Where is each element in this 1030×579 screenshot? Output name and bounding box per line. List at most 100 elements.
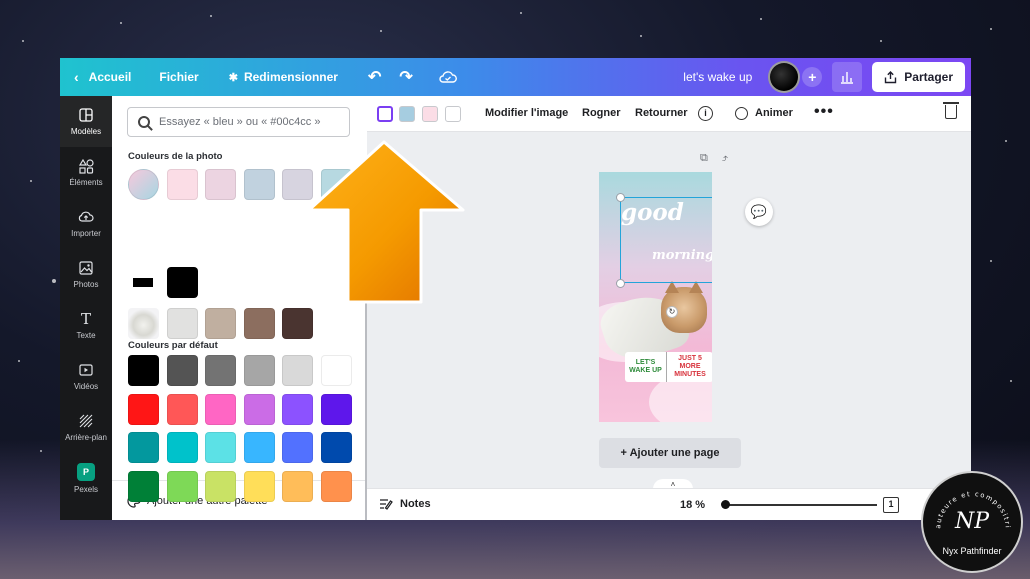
color-swatch[interactable] (244, 355, 275, 386)
rotate-icon[interactable]: ↻ (666, 306, 678, 318)
photo-text-swatch[interactable] (128, 275, 159, 287)
flip-button[interactable]: Retourner (635, 107, 688, 119)
layout-icon (78, 107, 94, 123)
zoom-slider-knob[interactable] (721, 500, 730, 509)
color-swatch[interactable] (167, 169, 198, 200)
toolbar-color-swatch[interactable] (445, 106, 461, 122)
rail-label: Importer (71, 229, 101, 238)
rail-item-pexels[interactable]: P Pexels (60, 453, 112, 504)
rail-item-photos[interactable]: Photos (60, 249, 112, 300)
resize-handle[interactable] (616, 279, 625, 288)
rail-label: Pexels (73, 485, 98, 494)
color-swatch[interactable] (205, 432, 236, 463)
color-swatch[interactable] (244, 471, 275, 502)
toolbar-color-swatch[interactable] (399, 106, 415, 122)
duplicate-page-icon[interactable]: ⧉ (700, 152, 722, 164)
tag-right-text: JUST 5 MORE MINUTES (674, 355, 706, 378)
rail-item-text[interactable]: T Texte (60, 300, 112, 351)
share-button[interactable]: Partager (872, 62, 965, 92)
redo-icon[interactable]: ↷ (399, 58, 412, 96)
color-swatch[interactable] (205, 394, 236, 425)
share-icon (885, 70, 897, 83)
animate-button[interactable]: Animer (755, 107, 793, 119)
default-colors-heading: Couleurs par défaut (128, 340, 218, 351)
search-placeholder: Essayez « bleu » ou « #00c4cc » (159, 116, 321, 128)
notes-label: Notes (400, 498, 431, 510)
project-title[interactable]: let's wake up (683, 58, 752, 96)
notes-button[interactable]: Notes (379, 498, 431, 510)
resize-label: Redimensionner (243, 70, 338, 84)
photo-thumbnail-swatch[interactable] (128, 169, 159, 200)
color-swatch[interactable] (244, 394, 275, 425)
resize-button[interactable]: ✱ Redimensionner (229, 58, 338, 96)
color-swatch[interactable] (167, 355, 198, 386)
selection-box[interactable] (620, 197, 712, 283)
crop-button[interactable]: Rogner (582, 107, 621, 119)
color-swatch[interactable] (205, 355, 236, 386)
edit-image-button[interactable]: Modifier l'image (485, 107, 568, 119)
color-swatch[interactable] (321, 394, 352, 425)
color-search-input[interactable]: Essayez « bleu » ou « #00c4cc » (127, 107, 350, 137)
toolbar-color-swatch[interactable] (377, 106, 393, 122)
color-swatch[interactable] (205, 308, 236, 339)
color-swatch[interactable] (244, 432, 275, 463)
color-swatch[interactable] (321, 471, 352, 502)
toolbar-color-swatch[interactable] (422, 106, 438, 122)
color-swatch[interactable] (244, 308, 275, 339)
photo-blanket-swatch[interactable] (128, 308, 159, 339)
color-swatch[interactable] (128, 432, 159, 463)
color-swatch[interactable] (205, 169, 236, 200)
color-swatch[interactable] (282, 308, 313, 339)
color-swatch[interactable] (282, 394, 313, 425)
color-swatch[interactable] (167, 267, 198, 298)
color-swatch[interactable] (167, 308, 198, 339)
color-swatch[interactable] (205, 471, 236, 502)
rail-item-background[interactable]: Arrière-plan (60, 402, 112, 453)
color-swatch[interactable] (282, 432, 313, 463)
rail-label: Éléments (69, 178, 103, 187)
trash-icon[interactable] (943, 102, 959, 119)
color-swatch[interactable] (128, 355, 159, 386)
file-menu-button[interactable]: Fichier (159, 58, 198, 96)
add-page-button[interactable]: + Ajouter une page (599, 438, 741, 468)
color-swatch[interactable] (167, 471, 198, 502)
rail-item-templates[interactable]: Modèles (60, 96, 112, 147)
color-swatch[interactable] (282, 355, 313, 386)
color-swatch[interactable] (321, 432, 352, 463)
more-options-icon[interactable]: ••• (814, 103, 834, 121)
up-arrow-annotation (307, 140, 465, 304)
color-swatch[interactable] (244, 169, 275, 200)
share-label: Partager (904, 70, 953, 84)
avatar[interactable] (768, 61, 801, 93)
undo-icon[interactable]: ↶ (368, 58, 381, 96)
design-tag[interactable]: LET'S WAKE UP JUST 5 MORE MINUTES (625, 352, 712, 382)
zoom-level[interactable]: 18 % (680, 499, 705, 511)
rail-item-elements[interactable]: Éléments (60, 147, 112, 198)
rail-label: Modèles (70, 127, 102, 136)
color-swatch[interactable] (128, 471, 159, 502)
add-comment-icon[interactable]: 💬 (745, 198, 773, 226)
info-icon[interactable]: i (698, 106, 713, 121)
tag-left-text: LET'S WAKE UP (625, 352, 667, 382)
page-count-button[interactable]: 1 (883, 497, 899, 513)
context-toolbar: Modifier l'image Rogner Retourner i Anim… (367, 96, 971, 132)
home-button[interactable]: Accueil (89, 58, 132, 96)
plus-icon[interactable]: + (802, 67, 823, 87)
page-action-icons: ⧉⤴ (700, 152, 742, 165)
color-swatch[interactable] (321, 355, 352, 386)
color-swatch[interactable] (167, 432, 198, 463)
color-swatch[interactable] (167, 394, 198, 425)
color-swatch[interactable] (128, 394, 159, 425)
cloud-saved-icon[interactable] (439, 58, 457, 96)
badge-monogram: NP (954, 509, 990, 534)
design-page[interactable]: good morning LET'S WAKE UP JUST 5 MORE M… (599, 172, 712, 422)
add-page-icon[interactable]: ⤴ (722, 152, 742, 164)
bar-chart-icon[interactable] (832, 62, 863, 92)
resize-handle[interactable] (616, 193, 625, 202)
zoom-slider-track[interactable] (725, 504, 877, 506)
back-chevron-icon[interactable]: ‹ (74, 58, 79, 96)
color-swatch[interactable] (282, 471, 313, 502)
rail-item-upload[interactable]: Importer (60, 198, 112, 249)
rail-item-videos[interactable]: Vidéos (60, 351, 112, 402)
background-icon (78, 413, 94, 429)
